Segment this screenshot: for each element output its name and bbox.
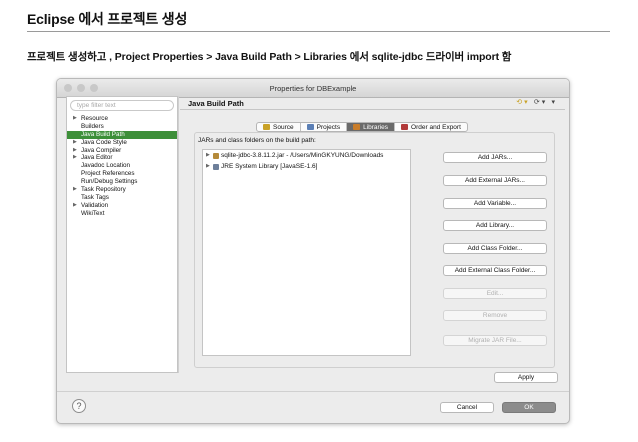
ok-button[interactable]: OK <box>502 402 556 413</box>
slide-subtitle: 프로젝트 생성하고 , Project Properties > Java Bu… <box>27 51 512 63</box>
cancel-button[interactable]: Cancel <box>440 402 494 413</box>
edit-button[interactable]: Edit... <box>443 288 547 299</box>
projects-icon <box>306 124 314 130</box>
tree-item-javadoc-location[interactable]: Javadoc Location <box>67 162 177 170</box>
library-row[interactable]: ▶ sqlite-jdbc-3.8.11.2.jar - /Users/MinGK… <box>203 150 410 161</box>
filter-input[interactable]: type filter text <box>70 100 174 111</box>
add-jars-button[interactable]: Add JARs... <box>443 152 547 163</box>
expand-arrow-icon[interactable]: ▶ <box>206 161 210 172</box>
tree-item-task-repository[interactable]: ▶ Task Repository <box>67 186 177 194</box>
tab-source[interactable]: Source <box>257 123 301 131</box>
tree-item-task-tags[interactable]: Task Tags <box>67 194 177 202</box>
library-label: JRE System Library [JavaSE-1.6] <box>221 163 318 170</box>
close-window-button[interactable] <box>64 84 72 92</box>
zoom-window-button[interactable] <box>90 84 98 92</box>
source-icon <box>263 124 270 130</box>
expand-arrow-icon[interactable]: ▶ <box>73 139 77 147</box>
library-icon <box>213 164 219 170</box>
tree-item-label: Java Code Style <box>81 138 127 146</box>
tree-item-project-references[interactable]: Project References <box>67 170 177 178</box>
history-nav: ⟲▾ ⟳▾ ▾ <box>516 98 557 106</box>
property-tree-items: ▶ Resource Builders Java Build Path ▶ Java Co… <box>67 115 177 218</box>
build-path-label: JARs and class folders on the build path… <box>198 137 316 144</box>
apply-button[interactable]: Apply <box>494 372 558 383</box>
build-path-tabs: Source Projects Libraries Order and Export <box>256 122 468 132</box>
migrate-jar-file-button[interactable]: Migrate JAR File... <box>443 335 547 346</box>
order-and-export-icon <box>401 124 409 130</box>
tree-item-label: Task Tags <box>81 193 109 201</box>
expand-arrow-icon[interactable]: ▶ <box>73 186 77 194</box>
tree-item-java-build-path[interactable]: Java Build Path <box>67 130 177 139</box>
tree-item-resource[interactable]: ▶ Resource <box>67 115 177 123</box>
tab-label: Source <box>273 123 294 131</box>
tree-item-label: Project References <box>81 170 135 178</box>
add-external-class-folder-button[interactable]: Add External Class Folder... <box>443 265 547 276</box>
expand-arrow-icon[interactable]: ▶ <box>73 154 77 162</box>
tree-item-wikitext[interactable]: WikiText <box>67 210 177 218</box>
add-variable-button[interactable]: Add Variable... <box>443 198 547 209</box>
remove-button[interactable]: Remove <box>443 310 547 321</box>
expand-arrow-icon[interactable]: ▶ <box>73 202 77 210</box>
library-label: sqlite-jdbc-3.8.11.2.jar - /Users/MinGKY… <box>221 152 384 159</box>
back-arrow-icon[interactable]: ⟲▾ <box>516 98 529 106</box>
expand-arrow-icon[interactable]: ▶ <box>206 150 210 161</box>
add-class-folder-button[interactable]: Add Class Folder... <box>443 243 547 254</box>
add-library-button[interactable]: Add Library... <box>443 220 547 231</box>
property-tree: type filter text ▶ Resource Builders Java B… <box>66 96 178 373</box>
libraries-icon <box>353 124 361 130</box>
page-title: Java Build Path <box>188 99 244 108</box>
tab-order-and-export[interactable]: Order and Export <box>395 123 467 131</box>
window-controls <box>64 84 98 92</box>
properties-dialog: Properties for DBExample type filter tex… <box>56 78 570 424</box>
tree-item-java-code-style[interactable]: ▶ Java Code Style <box>67 139 177 147</box>
tree-item-run-debug-settings[interactable]: Run/Debug Settings <box>67 178 177 186</box>
footer-divider <box>57 391 569 392</box>
add-external-jars-button[interactable]: Add External JARs... <box>443 175 547 186</box>
tree-item-label: Java Editor <box>81 154 113 162</box>
tree-item-label: Validation <box>81 201 109 209</box>
tree-item-java-editor[interactable]: ▶ Java Editor <box>67 154 177 162</box>
expand-arrow-icon[interactable]: ▶ <box>73 115 77 123</box>
tree-item-java-compiler[interactable]: ▶ Java Compiler <box>67 147 177 155</box>
tree-item-label: Resource <box>81 115 108 122</box>
library-row[interactable]: ▶ JRE System Library [JavaSE-1.6] <box>203 161 410 172</box>
tab-projects[interactable]: Projects <box>301 123 348 131</box>
tree-item-label: Java Compiler <box>81 146 122 154</box>
tab-libraries[interactable]: Libraries <box>347 123 396 131</box>
tree-item-builders[interactable]: Builders <box>67 123 177 131</box>
view-menu-icon[interactable]: ▾ <box>551 98 557 106</box>
expand-arrow-icon[interactable]: ▶ <box>73 147 77 155</box>
tab-label: Libraries <box>363 123 389 131</box>
help-icon[interactable]: ? <box>72 399 86 413</box>
forward-arrow-icon[interactable]: ⟳▾ <box>534 98 547 106</box>
tree-item-label: Java Build Path <box>81 130 125 138</box>
tab-label: Order and Export <box>411 123 461 131</box>
tab-label: Projects <box>316 123 341 131</box>
tree-item-label: WikiText <box>81 209 105 217</box>
slide-title: Eclipse 에서 프로젝트 생성 <box>27 11 188 27</box>
jar-icon <box>213 153 219 159</box>
tree-item-validation[interactable]: ▶ Validation <box>67 202 177 210</box>
tree-item-label: Run/Debug Settings <box>81 178 138 186</box>
tree-item-label: Builders <box>81 122 104 130</box>
title-separator <box>180 109 565 110</box>
tree-item-label: Javadoc Location <box>81 162 131 170</box>
title-divider <box>27 31 610 32</box>
tree-item-label: Task Repository <box>81 186 126 194</box>
pane-splitter[interactable] <box>178 96 179 373</box>
minimize-window-button[interactable] <box>77 84 85 92</box>
library-list[interactable]: ▶ sqlite-jdbc-3.8.11.2.jar - /Users/MinGK… <box>202 149 411 356</box>
